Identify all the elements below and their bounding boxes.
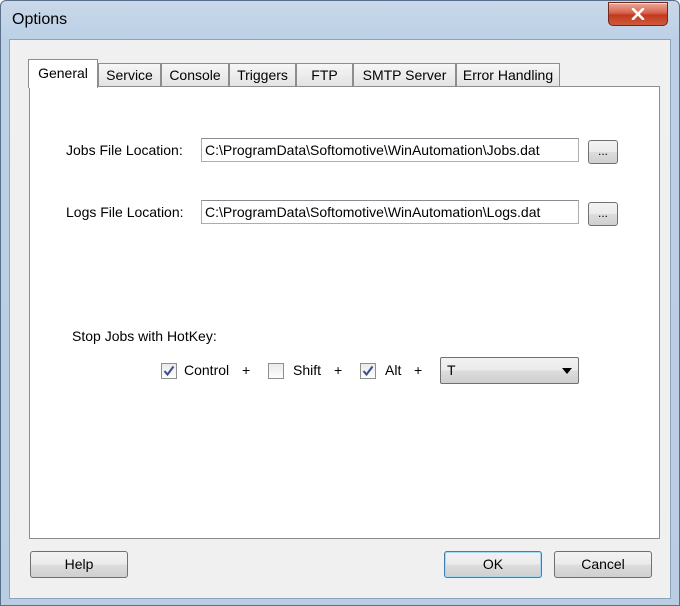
shift-checkbox[interactable] bbox=[268, 363, 284, 379]
title-bar[interactable]: Options bbox=[1, 1, 679, 39]
jobs-file-browse-button[interactable]: ... bbox=[588, 140, 618, 164]
jobs-file-input[interactable]: C:\ProgramData\Softomotive\WinAutomation… bbox=[201, 138, 579, 162]
tab-strip: General Service Console Triggers FTP SMT… bbox=[28, 59, 668, 88]
general-tab-panel: Jobs File Location: C:\ProgramData\Softo… bbox=[29, 86, 660, 539]
plus-sign: + bbox=[414, 362, 423, 378]
logs-file-browse-button[interactable]: ... bbox=[588, 202, 618, 226]
logs-file-label: Logs File Location: bbox=[66, 204, 184, 220]
tab-error-handling[interactable]: Error Handling bbox=[456, 63, 560, 87]
options-window: Options General Service Console Triggers… bbox=[0, 0, 680, 606]
alt-label: Alt bbox=[385, 362, 402, 378]
window-title: Options bbox=[12, 11, 68, 28]
cancel-button[interactable]: Cancel bbox=[554, 551, 652, 578]
alt-checkbox[interactable] bbox=[360, 363, 376, 379]
checkmark-icon bbox=[362, 365, 374, 377]
logs-file-input[interactable]: C:\ProgramData\Softomotive\WinAutomation… bbox=[201, 200, 579, 224]
jobs-file-label: Jobs File Location: bbox=[66, 142, 183, 158]
control-label: Control bbox=[184, 362, 230, 378]
shift-label: Shift bbox=[293, 362, 322, 378]
tab-general[interactable]: General bbox=[28, 59, 98, 88]
tab-console[interactable]: Console bbox=[161, 63, 229, 87]
help-button[interactable]: Help bbox=[30, 551, 128, 578]
tab-ftp[interactable]: FTP bbox=[296, 63, 353, 87]
checkmark-icon bbox=[163, 365, 175, 377]
hotkey-key-value: T bbox=[447, 362, 456, 378]
tab-service[interactable]: Service bbox=[98, 63, 161, 87]
close-button[interactable] bbox=[608, 2, 668, 26]
dialog-body: General Service Console Triggers FTP SMT… bbox=[9, 39, 671, 599]
plus-sign: + bbox=[242, 362, 251, 378]
hotkey-key-select[interactable]: T bbox=[440, 357, 579, 384]
tab-triggers[interactable]: Triggers bbox=[229, 63, 296, 87]
close-icon bbox=[631, 8, 645, 20]
plus-sign: + bbox=[334, 362, 343, 378]
ok-button[interactable]: OK bbox=[444, 551, 542, 578]
control-checkbox[interactable] bbox=[161, 363, 177, 379]
dropdown-arrow-icon bbox=[562, 368, 572, 374]
hotkey-label: Stop Jobs with HotKey: bbox=[72, 328, 217, 344]
tab-smtp-server[interactable]: SMTP Server bbox=[353, 63, 456, 87]
